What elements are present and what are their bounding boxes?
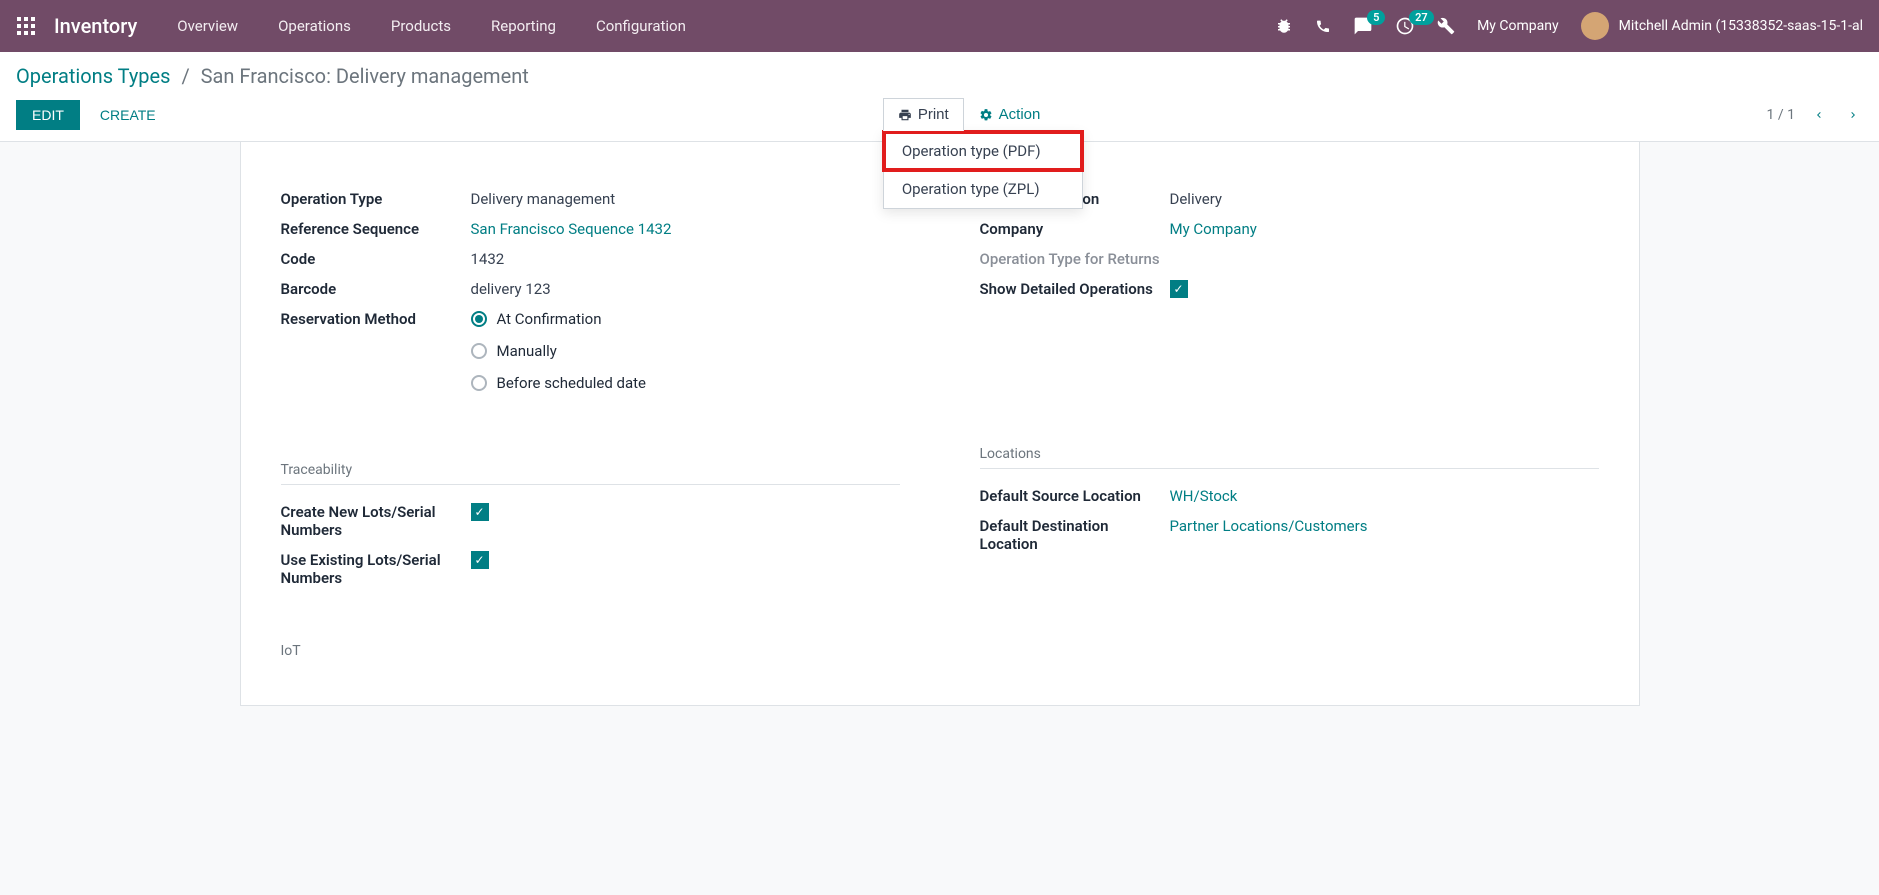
- center-actions: Print Action Operation type (PDF) Operat…: [883, 98, 1056, 131]
- label-default-source: Default Source Location: [980, 487, 1170, 505]
- radio-label: Before scheduled date: [497, 374, 647, 392]
- print-icon: [898, 108, 912, 122]
- value-type-of-operation: Delivery: [1170, 190, 1223, 208]
- chevron-right-icon: [1847, 107, 1859, 123]
- pager-prev[interactable]: [1809, 107, 1829, 123]
- nav-overview[interactable]: Overview: [177, 17, 238, 35]
- breadcrumb-parent[interactable]: Operations Types: [16, 64, 170, 88]
- reservation-method-group: At Confirmation Manually Before schedule…: [471, 310, 647, 406]
- pager: 1 / 1: [1767, 107, 1863, 123]
- user-label: Mitchell Admin (15338352-saas-15-1-al: [1619, 18, 1863, 34]
- label-company: Company: [980, 220, 1170, 238]
- print-button[interactable]: Print: [883, 98, 964, 131]
- gear-icon: [979, 108, 993, 122]
- value-operation-type: Delivery management: [471, 190, 616, 208]
- radio-manually[interactable]: Manually: [471, 342, 647, 360]
- app-brand[interactable]: Inventory: [54, 14, 137, 38]
- create-button[interactable]: CREATE: [84, 100, 172, 130]
- radio-at-confirmation[interactable]: At Confirmation: [471, 310, 647, 328]
- value-default-destination[interactable]: Partner Locations/Customers: [1170, 517, 1368, 535]
- nav-right: 5 27 My Company Mitchell Admin (15338352…: [1275, 12, 1863, 40]
- print-dropdown: Operation type (PDF) Operation type (ZPL…: [883, 131, 1083, 209]
- checkbox-create-lots[interactable]: ✓: [471, 503, 489, 521]
- activities-icon[interactable]: 27: [1395, 16, 1415, 36]
- value-reference-sequence[interactable]: San Francisco Sequence 1432: [471, 220, 672, 238]
- checkbox-use-existing-lots[interactable]: ✓: [471, 551, 489, 569]
- dropdown-item-zpl[interactable]: Operation type (ZPL): [884, 170, 1082, 208]
- bug-icon[interactable]: [1275, 17, 1293, 35]
- nav-configuration[interactable]: Configuration: [596, 17, 686, 35]
- label-code: Code: [281, 250, 471, 268]
- user-menu[interactable]: Mitchell Admin (15338352-saas-15-1-al: [1581, 12, 1863, 40]
- divider: [281, 484, 900, 485]
- left-column: Operation Type Delivery management Refer…: [281, 190, 900, 665]
- radio-before-scheduled[interactable]: Before scheduled date: [471, 374, 647, 392]
- tools-icon[interactable]: [1437, 17, 1455, 35]
- apps-icon[interactable]: [16, 16, 36, 36]
- label-operation-type: Operation Type: [281, 190, 471, 208]
- breadcrumb-sep: /: [181, 64, 189, 88]
- company-selector[interactable]: My Company: [1477, 18, 1559, 34]
- label-reference-sequence: Reference Sequence: [281, 220, 471, 238]
- action-label: Action: [999, 106, 1041, 123]
- messages-badge: 5: [1367, 10, 1385, 25]
- print-label: Print: [918, 106, 949, 123]
- messages-icon[interactable]: 5: [1353, 16, 1373, 36]
- activities-badge: 27: [1409, 10, 1434, 25]
- label-default-destination: Default Destination Location: [980, 517, 1170, 553]
- right-column: Type of Operation Delivery Company My Co…: [980, 190, 1599, 665]
- checkbox-show-detailed[interactable]: ✓: [1170, 280, 1188, 298]
- dropdown-item-pdf[interactable]: Operation type (PDF): [884, 132, 1082, 170]
- radio-icon: [471, 343, 487, 359]
- pager-next[interactable]: [1843, 107, 1863, 123]
- breadcrumb-current: San Francisco: Delivery management: [201, 64, 529, 88]
- radio-label: At Confirmation: [497, 310, 602, 328]
- radio-icon: [471, 311, 487, 327]
- section-traceability-title: Traceability: [281, 462, 900, 478]
- label-reservation-method: Reservation Method: [281, 310, 471, 328]
- section-iot-title: IoT: [281, 643, 900, 659]
- nav-products[interactable]: Products: [391, 17, 451, 35]
- value-default-source[interactable]: WH/Stock: [1170, 487, 1238, 505]
- form-sheet: Operation Type Delivery management Refer…: [240, 142, 1640, 706]
- divider: [980, 468, 1599, 469]
- action-button[interactable]: Action: [964, 98, 1056, 131]
- label-create-lots: Create New Lots/Serial Numbers: [281, 503, 471, 539]
- value-code: 1432: [471, 250, 505, 268]
- chevron-left-icon: [1813, 107, 1825, 123]
- pager-count: 1 / 1: [1767, 107, 1795, 123]
- control-bar: Operations Types / San Francisco: Delive…: [0, 52, 1879, 142]
- breadcrumb: Operations Types / San Francisco: Delive…: [0, 52, 1879, 88]
- value-barcode: delivery 123: [471, 280, 551, 298]
- phone-icon[interactable]: [1315, 18, 1331, 34]
- section-locations-title: Locations: [980, 446, 1599, 462]
- label-barcode: Barcode: [281, 280, 471, 298]
- label-use-existing-lots: Use Existing Lots/Serial Numbers: [281, 551, 471, 587]
- radio-label: Manually: [497, 342, 557, 360]
- value-company[interactable]: My Company: [1170, 220, 1257, 238]
- label-op-type-returns: Operation Type for Returns: [980, 250, 1170, 268]
- nav-reporting[interactable]: Reporting: [491, 17, 556, 35]
- nav-operations[interactable]: Operations: [278, 17, 351, 35]
- label-show-detailed: Show Detailed Operations: [980, 280, 1170, 298]
- radio-icon: [471, 375, 487, 391]
- top-nav: Inventory Overview Operations Products R…: [0, 0, 1879, 52]
- edit-button[interactable]: EDIT: [16, 100, 80, 130]
- nav-menu: Overview Operations Products Reporting C…: [177, 17, 686, 35]
- avatar: [1581, 12, 1609, 40]
